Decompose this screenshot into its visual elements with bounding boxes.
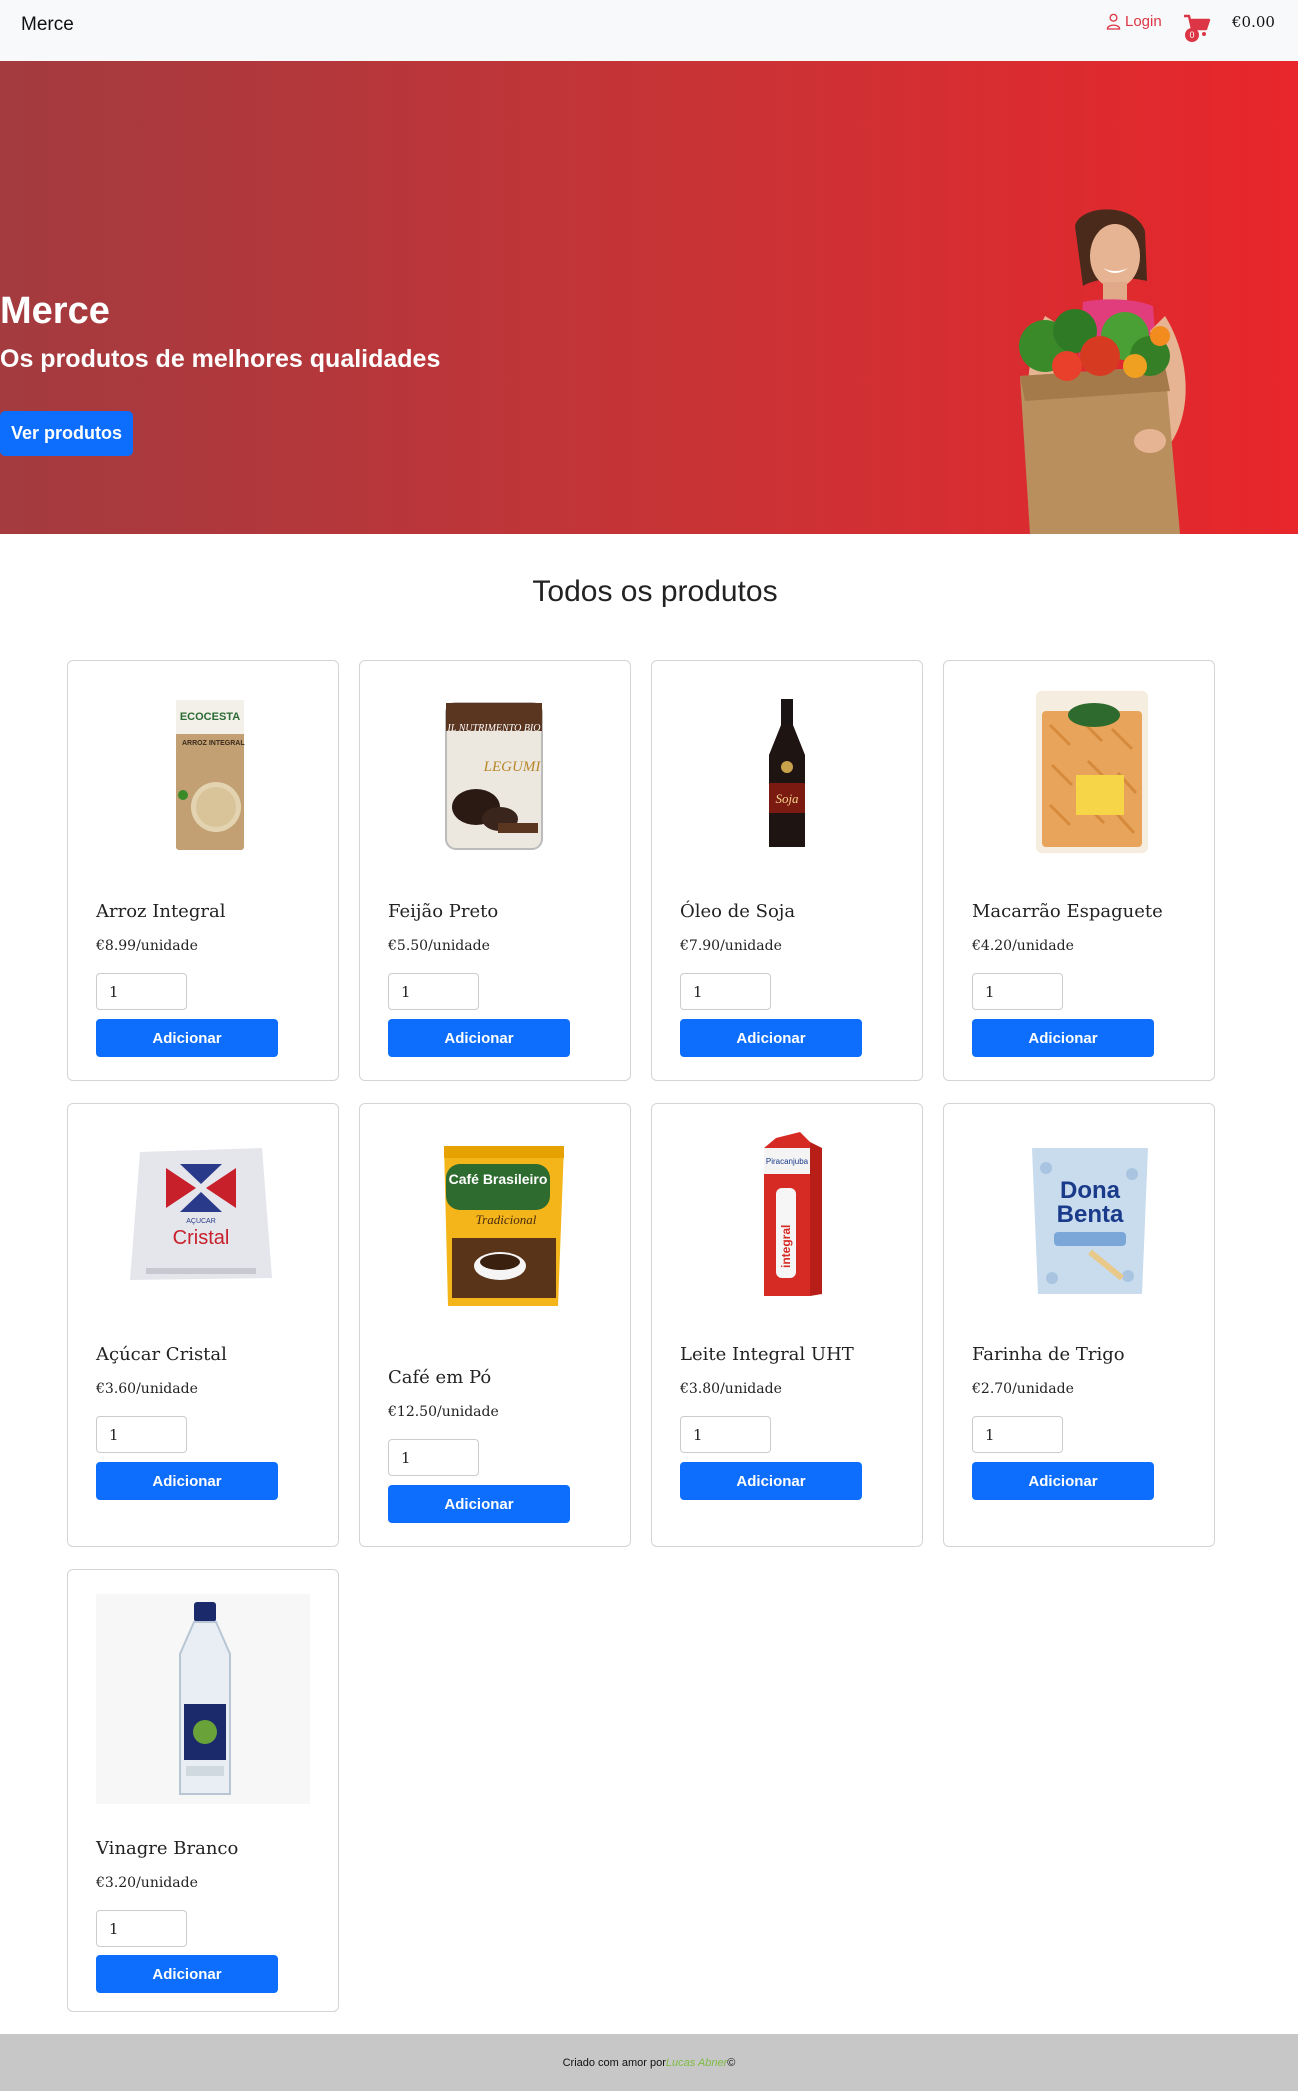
user-icon [1106, 13, 1121, 30]
product-card: IL NUTRIMENTO BIO LEGUMI Feijão Preto €5… [359, 660, 631, 1081]
add-to-cart-button[interactable]: Adicionar [972, 1462, 1154, 1500]
login-label: Login [1125, 13, 1162, 30]
product-card: AÇUCAR Cristal Açúcar Cristal €3.60/unid… [67, 1103, 339, 1547]
milk-brand: Piracanjuba [766, 1157, 809, 1166]
product-card: Café Brasileiro Tradicional Café em Pó €… [359, 1103, 631, 1547]
cart-total: €0.00 [1232, 13, 1275, 31]
vinegar-bottle-image [96, 1594, 310, 1804]
product-price: €3.80/unidade [680, 1381, 782, 1397]
footer-prefix: Criado com amor por [562, 2056, 666, 2069]
product-card: ECOCESTA ARROZ INTEGRAL Arroz Integral €… [67, 660, 339, 1081]
view-products-button[interactable]: Ver produtos [0, 411, 133, 456]
quantity-input[interactable] [680, 1416, 771, 1453]
beans-brand: IL NUTRIMENTO BIO [447, 723, 541, 734]
black-beans-can-image: IL NUTRIMENTO BIO LEGUMI [388, 685, 602, 855]
product-card: Dona Benta Farinha de Trigo €2.70/unidad… [943, 1103, 1215, 1547]
cart-count-badge: 0 [1185, 28, 1199, 42]
product-price: €4.20/unidade [972, 938, 1074, 954]
soy-bottle-image: Soja [680, 685, 894, 855]
product-price: €7.90/unidade [680, 938, 782, 954]
coffee-label: Tradicional [476, 1212, 537, 1227]
add-to-cart-button[interactable]: Adicionar [972, 1019, 1154, 1057]
milk-label: integral [779, 1225, 793, 1268]
product-name: Açúcar Cristal [96, 1344, 227, 1365]
quantity-input[interactable] [680, 973, 771, 1010]
product-card: Macarrão Espaguete €4.20/unidade Adicion… [943, 660, 1215, 1081]
quantity-input[interactable] [388, 1439, 479, 1476]
soy-label: Soja [775, 791, 799, 806]
section-title: Todos os produtos [532, 575, 778, 608]
flour-label: Benta [1057, 1201, 1124, 1228]
pasta-bag-image [972, 685, 1186, 855]
sugar-brand: AÇUCAR [186, 1218, 216, 1225]
add-to-cart-button[interactable]: Adicionar [96, 1019, 278, 1057]
footer-author-link[interactable]: Lucas Abner [666, 2057, 727, 2069]
footer: Criado com amor por Lucas Abner © [0, 2034, 1298, 2091]
product-price: €12.50/unidade [388, 1404, 499, 1420]
quantity-input[interactable] [96, 1910, 187, 1947]
sugar-label: Cristal [173, 1227, 230, 1249]
product-price: €3.20/unidade [96, 1875, 198, 1891]
woman-with-groceries-image [1019, 209, 1186, 534]
quantity-input[interactable] [972, 973, 1063, 1010]
quantity-input[interactable] [96, 973, 187, 1010]
beans-label: LEGUMI [483, 759, 542, 775]
product-price: €5.50/unidade [388, 938, 490, 954]
add-to-cart-button[interactable]: Adicionar [388, 1485, 570, 1523]
add-to-cart-button[interactable]: Adicionar [96, 1462, 278, 1500]
brand-logo[interactable]: Merce [21, 14, 74, 36]
product-price: €3.60/unidade [96, 1381, 198, 1397]
product-card: Piracanjuba integral Leite Integral UHT … [651, 1103, 923, 1547]
add-to-cart-button[interactable]: Adicionar [680, 1019, 862, 1057]
navbar: Merce Login 0 €0.00 [0, 0, 1298, 61]
hero-banner: Merce Os produtos de melhores qualidades… [0, 61, 1298, 534]
coffee-brand: Café Brasileiro [449, 1171, 548, 1187]
hero-subtitle: Os produtos de melhores qualidades [0, 345, 441, 373]
product-name: Arroz Integral [96, 901, 226, 922]
hero-title: Merce [0, 290, 110, 332]
login-link[interactable]: Login [1106, 13, 1162, 30]
product-card: Vinagre Branco €3.20/unidade Adicionar [67, 1569, 339, 2012]
rice-brand: ECOCESTA [180, 711, 240, 723]
product-price: €8.99/unidade [96, 938, 198, 954]
product-card: Soja Óleo de Soja €7.90/unidade Adiciona… [651, 660, 923, 1081]
coffee-package-image: Café Brasileiro Tradicional [388, 1128, 602, 1323]
flour-brand: Dona [1060, 1177, 1121, 1204]
add-to-cart-button[interactable]: Adicionar [96, 1955, 278, 1993]
product-name: Óleo de Soja [680, 901, 796, 922]
product-name: Macarrão Espaguete [972, 901, 1163, 922]
product-price: €2.70/unidade [972, 1381, 1074, 1397]
milk-carton-image: Piracanjuba integral [680, 1128, 894, 1298]
product-name: Farinha de Trigo [972, 1344, 1125, 1365]
rice-label: ARROZ INTEGRAL [182, 740, 245, 747]
add-to-cart-button[interactable]: Adicionar [680, 1462, 862, 1500]
cart-button[interactable]: 0 [1183, 13, 1211, 42]
flour-bag-image: Dona Benta [972, 1128, 1186, 1298]
sugar-bag-image: AÇUCAR Cristal [96, 1128, 310, 1298]
product-name: Feijão Preto [388, 901, 499, 922]
footer-copyright: © [727, 2056, 736, 2069]
product-name: Vinagre Branco [96, 1838, 239, 1859]
quantity-input[interactable] [972, 1416, 1063, 1453]
add-to-cart-button[interactable]: Adicionar [388, 1019, 570, 1057]
rice-package-image: ECOCESTA ARROZ INTEGRAL [96, 685, 310, 855]
quantity-input[interactable] [388, 973, 479, 1010]
product-name: Leite Integral UHT [680, 1344, 854, 1365]
product-name: Café em Pó [388, 1367, 492, 1388]
quantity-input[interactable] [96, 1416, 187, 1453]
